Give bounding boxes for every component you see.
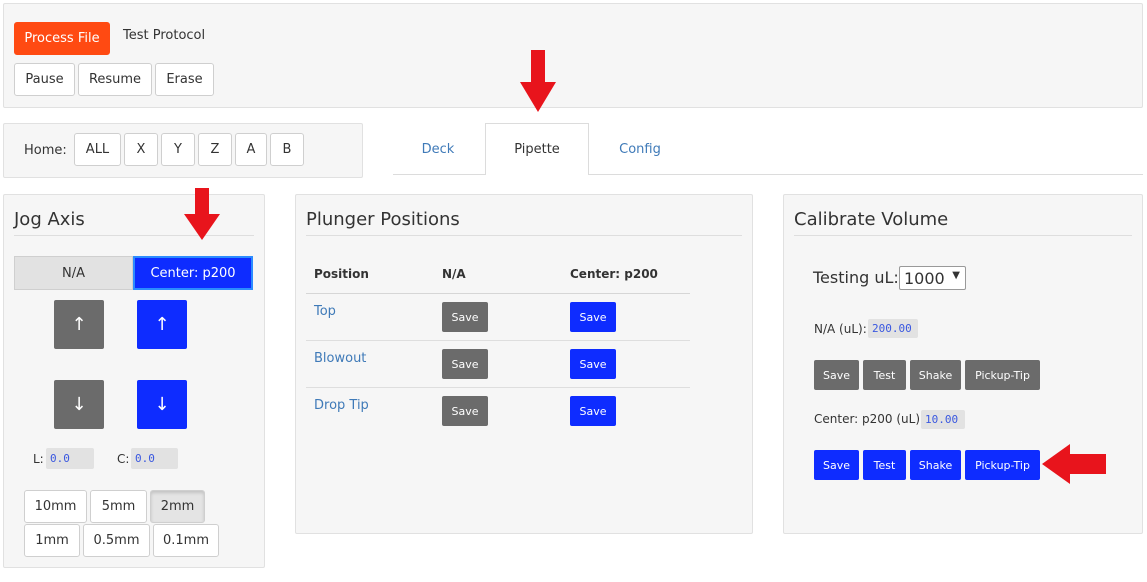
na-ul-value: 200.00 <box>868 319 918 338</box>
row-top-label: Top <box>314 304 336 319</box>
testing-ul-value: 1000 <box>904 268 945 288</box>
table-header-rule <box>306 293 690 294</box>
jog-axis-title: Jog Axis <box>14 209 85 230</box>
home-all-button[interactable]: ALL <box>74 133 121 166</box>
home-x-button[interactable]: X <box>124 133 158 166</box>
step-10mm-button[interactable]: 10mm <box>24 490 87 523</box>
home-a-button[interactable]: A <box>235 133 267 166</box>
tab-deck[interactable]: Deck <box>393 123 483 175</box>
home-z-button[interactable]: Z <box>198 133 232 166</box>
center-position-value: 0.0 <box>131 448 178 469</box>
column-position-header: Position <box>314 267 369 281</box>
save-blowout-na-button[interactable]: Save <box>442 349 488 379</box>
jog-up-right-button[interactable]: ↑ <box>137 300 187 349</box>
na-pickup-tip-button[interactable]: Pickup-Tip <box>965 360 1040 390</box>
axis-select-na[interactable]: N/A <box>14 256 133 290</box>
red-arrow-icon <box>520 50 556 112</box>
center-pickup-tip-button[interactable]: Pickup-Tip <box>965 450 1040 480</box>
row-drop-tip-label: Drop Tip <box>314 398 369 413</box>
jog-up-left-button[interactable]: ↑ <box>54 300 104 349</box>
save-drop-tip-na-button[interactable]: Save <box>442 396 488 426</box>
calibrate-volume-title: Calibrate Volume <box>794 209 949 230</box>
jog-down-right-button[interactable]: ↓ <box>137 380 187 429</box>
jog-down-left-button[interactable]: ↓ <box>54 380 104 429</box>
calibrate-title-rule <box>794 235 1132 236</box>
save-top-center-button[interactable]: Save <box>570 302 616 332</box>
left-position-label: L: <box>33 452 44 466</box>
center-test-button[interactable]: Test <box>863 450 906 480</box>
red-arrow-icon <box>184 188 220 240</box>
testing-ul-select[interactable]: 1000 ▼ <box>899 266 966 290</box>
center-position-label: C: <box>117 452 130 466</box>
save-drop-tip-center-button[interactable]: Save <box>570 396 616 426</box>
home-y-button[interactable]: Y <box>161 133 195 166</box>
step-1mm-button[interactable]: 1mm <box>24 524 80 557</box>
process-file-button[interactable]: Process File <box>14 22 110 55</box>
axis-select-center-p200[interactable]: Center: p200 <box>133 256 253 290</box>
tab-config[interactable]: Config <box>593 123 687 175</box>
step-0-5mm-button[interactable]: 0.5mm <box>83 524 150 557</box>
step-2mm-button[interactable]: 2mm <box>150 490 205 523</box>
table-row-rule-2 <box>306 387 690 388</box>
na-test-button[interactable]: Test <box>863 360 906 390</box>
center-save-button[interactable]: Save <box>814 450 859 480</box>
column-center-p200-header: Center: p200 <box>570 267 658 281</box>
step-0-1mm-button[interactable]: 0.1mm <box>153 524 219 557</box>
red-arrow-icon <box>1042 444 1106 484</box>
save-top-na-button[interactable]: Save <box>442 302 488 332</box>
center-shake-button[interactable]: Shake <box>910 450 961 480</box>
table-row-rule-1 <box>306 340 690 341</box>
left-position-value: 0.0 <box>46 448 94 469</box>
na-ul-label: N/A (uL): <box>814 322 867 336</box>
save-blowout-center-button[interactable]: Save <box>570 349 616 379</box>
na-save-button[interactable]: Save <box>814 360 859 390</box>
row-blowout-label: Blowout <box>314 351 367 366</box>
home-label: Home: <box>24 143 67 158</box>
tab-pipette[interactable]: Pipette <box>485 123 589 175</box>
plunger-positions-title: Plunger Positions <box>306 209 460 230</box>
testing-ul-label: Testing uL: <box>813 268 899 287</box>
center-p200-ul-label: Center: p200 (uL): <box>814 412 925 426</box>
plunger-title-rule <box>306 235 742 236</box>
column-na-header: N/A <box>442 267 466 281</box>
protocol-name: Test Protocol <box>123 28 206 43</box>
pause-button[interactable]: Pause <box>14 63 75 96</box>
caret-down-icon: ▼ <box>952 270 960 281</box>
erase-button[interactable]: Erase <box>155 63 214 96</box>
center-p200-ul-value: 10.00 <box>921 410 965 429</box>
step-5mm-button[interactable]: 5mm <box>90 490 147 523</box>
na-shake-button[interactable]: Shake <box>910 360 961 390</box>
home-b-button[interactable]: B <box>270 133 304 166</box>
resume-button[interactable]: Resume <box>78 63 152 96</box>
